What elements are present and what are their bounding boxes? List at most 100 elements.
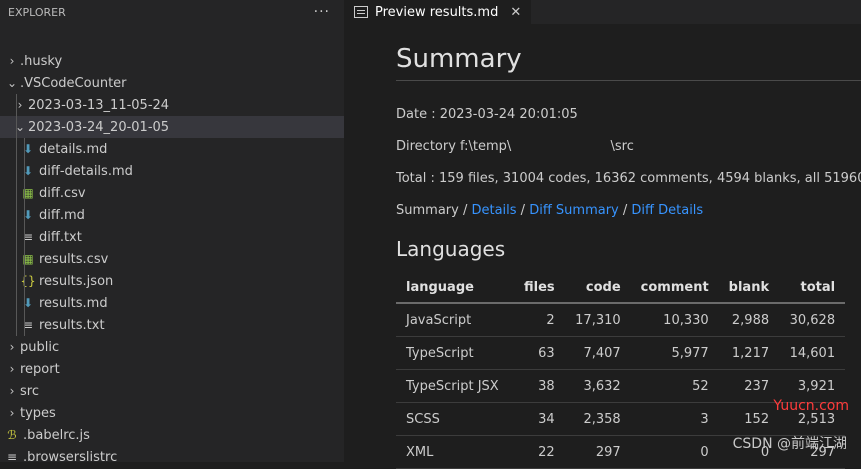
file-icon: ⬇	[22, 208, 34, 222]
details-link[interactable]: Details	[471, 203, 516, 218]
watermark-csdn: CSDN @前端江湖	[732, 436, 847, 452]
table-cell: 30,628	[779, 303, 846, 337]
markdown-preview: Summary Date : 2023-03-24 20:01:05 Direc…	[396, 24, 861, 469]
tree-item-label: types	[20, 405, 56, 421]
tree-item-label: results.csv	[39, 251, 109, 267]
indent-guide	[24, 270, 25, 292]
chevron-right-icon[interactable]: ›	[4, 340, 20, 354]
tree-item[interactable]: ⬇ diff-details.md	[0, 160, 344, 182]
nav-separator: /	[618, 203, 632, 218]
indent-guide	[16, 226, 17, 248]
tree-item[interactable]: › types	[0, 402, 344, 424]
tree-item[interactable]: ⬇ details.md	[0, 138, 344, 160]
col-comment: comment	[630, 272, 719, 304]
close-icon[interactable]: ✕	[510, 5, 521, 20]
tree-item-label: results.json	[39, 273, 114, 289]
tree-item[interactable]: ≡ results.txt	[0, 314, 344, 336]
diff-details-link[interactable]: Diff Details	[631, 203, 703, 218]
table-cell: 237	[718, 369, 780, 403]
tree-item[interactable]: › 2023-03-13_11-05-24	[0, 94, 344, 116]
tree-item[interactable]: ⌄ .VSCodeCounter	[0, 72, 344, 94]
table-cell: 1,217	[718, 336, 780, 370]
tab-bar: Preview results.md ✕	[344, 0, 861, 24]
total-line: Total : 159 files, 31004 codes, 16362 co…	[396, 171, 861, 186]
indent-guide	[16, 204, 17, 226]
indent-guide	[16, 292, 17, 314]
tree-item-label: 2023-03-24_20-01-05	[28, 119, 170, 135]
tree-item[interactable]: ⬇ diff.md	[0, 204, 344, 226]
tree-item[interactable]: ▦ diff.csv	[0, 182, 344, 204]
indent-guide	[16, 270, 17, 292]
tab-preview-results[interactable]: Preview results.md ✕	[344, 0, 532, 24]
chevron-right-icon[interactable]: ›	[12, 98, 28, 112]
tree-item-label: results.md	[39, 295, 108, 311]
table-cell: 17,310	[564, 303, 631, 337]
explorer-title: EXPLORER	[8, 5, 66, 19]
table-cell: 2,988	[718, 303, 780, 337]
tree-item-label: results.txt	[39, 317, 105, 333]
tree-item-label: .VSCodeCounter	[20, 75, 127, 91]
summary-heading: Summary	[396, 44, 861, 81]
tree-item[interactable]: › report	[0, 358, 344, 380]
col-language: language	[396, 272, 514, 304]
tree-item-label: diff.txt	[39, 229, 82, 245]
file-icon: ▦	[22, 186, 34, 200]
table-cell: 7,407	[564, 336, 631, 370]
file-tree: › .husky ⌄ .VSCodeCounter › 2023-03-13_11-05-…	[0, 50, 344, 462]
chevron-right-icon[interactable]: ›	[4, 362, 20, 376]
tree-item[interactable]: › src	[0, 380, 344, 402]
tree-item[interactable]: ⌄ 2023-03-24_20-01-05	[0, 116, 344, 138]
indent-guide	[16, 314, 17, 336]
tree-item[interactable]: › .husky	[0, 50, 344, 72]
tree-item[interactable]: › public	[0, 336, 344, 358]
table-cell: SCSS	[396, 402, 514, 436]
table-cell: 14,601	[779, 336, 846, 370]
chevron-down-icon[interactable]: ⌄	[4, 76, 20, 90]
indent-guide	[24, 182, 25, 204]
tree-item[interactable]: ⬇ results.md	[0, 292, 344, 314]
table-cell: 34	[514, 402, 565, 436]
tree-item[interactable]: ▦ results.csv	[0, 248, 344, 270]
tree-item[interactable]: ≡ .browserslistrc	[0, 446, 344, 463]
indent-guide	[16, 94, 17, 116]
diff-summary-link[interactable]: Diff Summary	[529, 203, 619, 218]
table-cell: 5,977	[630, 336, 719, 370]
indent-guide	[16, 160, 17, 182]
tree-item-label: diff-details.md	[39, 163, 133, 179]
table-cell: 63	[514, 336, 565, 370]
table-cell: 152	[718, 402, 780, 436]
more-actions-icon[interactable]: ···	[314, 4, 330, 20]
chevron-right-icon[interactable]: ›	[4, 54, 20, 68]
chevron-down-icon[interactable]: ⌄	[12, 120, 28, 134]
file-icon: ≡	[22, 318, 34, 332]
table-cell: 3,632	[564, 369, 631, 403]
tree-item-label: .husky	[20, 53, 63, 69]
explorer-header: EXPLORER ···	[0, 0, 344, 24]
table-cell: 38	[514, 369, 565, 403]
nav-separator: /	[516, 203, 530, 218]
table-cell: 10,330	[630, 303, 719, 337]
col-blank: blank	[718, 272, 780, 304]
chevron-right-icon[interactable]: ›	[4, 384, 20, 398]
explorer-panel: EXPLORER ··· › .husky ⌄ .VSCodeCounter › 2023…	[0, 0, 344, 462]
table-cell: XML	[396, 435, 514, 469]
table-cell: 2,358	[564, 402, 631, 436]
tree-item[interactable]: ≡ diff.txt	[0, 226, 344, 248]
col-total: total	[779, 272, 846, 304]
file-icon: ⬇	[22, 164, 34, 178]
directory-line: Directory f:\temp\ \src	[396, 139, 634, 154]
file-icon: ≡	[6, 450, 18, 462]
tree-item[interactable]: {} results.json	[0, 270, 344, 292]
indent-guide	[24, 226, 25, 248]
file-icon: {}	[20, 274, 36, 288]
tree-item-label: 2023-03-13_11-05-24	[28, 97, 170, 113]
file-icon: ▦	[22, 252, 34, 266]
table-row: TypeScript 63 7,407 5,977 1,217 14,601	[396, 336, 846, 370]
tree-item-label: .babelrc.js	[23, 427, 90, 443]
tab-label: Preview results.md	[375, 4, 499, 20]
tree-item[interactable]: ℬ .babelrc.js	[0, 424, 344, 446]
indent-guide	[24, 292, 25, 314]
table-cell: 52	[630, 369, 719, 403]
chevron-right-icon[interactable]: ›	[4, 406, 20, 420]
table-cell: 2	[514, 303, 565, 337]
